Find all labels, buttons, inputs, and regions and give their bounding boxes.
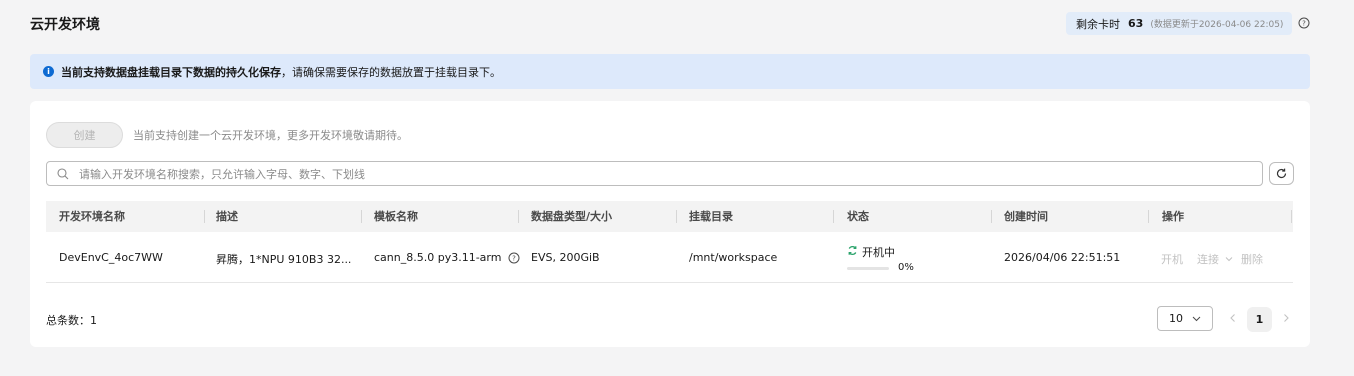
svg-text:?: ? [512, 255, 516, 263]
column-divider [833, 210, 834, 223]
env-status: 开机中 [862, 246, 895, 259]
help-icon[interactable]: ? [508, 252, 520, 264]
column-header: 挂载目录 [689, 210, 733, 223]
connect-label: 连接 [1197, 253, 1219, 266]
refresh-icon [1276, 168, 1287, 179]
total-count: 总条数：1 [46, 312, 97, 328]
svg-text:?: ? [1302, 20, 1306, 28]
chevron-left-icon[interactable] [1228, 313, 1238, 323]
page-size-select[interactable]: 10 [1157, 306, 1213, 331]
page-size-value: 10 [1169, 312, 1183, 325]
column-header: 描述 [216, 210, 238, 223]
refresh-button[interactable] [1269, 162, 1294, 185]
column-header: 创建时间 [1004, 210, 1048, 223]
column-divider [1148, 210, 1149, 223]
notice-bold-text: 当前支持数据盘挂载目录下数据的持久化保存 [61, 65, 281, 79]
create-tip: 当前支持创建一个云开发环境，更多开发环境敬请期待。 [133, 129, 408, 142]
info-icon: i [43, 66, 54, 77]
quota-label: 剩余卡时 [1076, 17, 1120, 31]
quota-badge: 剩余卡时 63 (数据更新于2026-04-06 22:05) [1066, 12, 1292, 35]
help-icon[interactable]: ? [1298, 17, 1310, 29]
column-divider [1291, 210, 1292, 223]
notice-text: ，请确保需要保存的数据放置于挂载目录下。 [281, 65, 501, 79]
connect-dropdown[interactable]: 连接 [1197, 251, 1233, 267]
start-button[interactable]: 开机 [1161, 251, 1183, 267]
column-divider [991, 210, 992, 223]
delete-button[interactable]: 删除 [1241, 251, 1263, 267]
env-name[interactable]: DevEnvC_4oc7WW [59, 251, 163, 264]
env-disk: EVS, 200GiB [531, 251, 600, 264]
column-header: 模板名称 [374, 210, 418, 223]
column-header: 状态 [847, 210, 869, 223]
page-current[interactable]: 1 [1247, 307, 1272, 332]
quota-update-time: (数据更新于2026-04-06 22:05) [1150, 20, 1284, 30]
notice-banner: i 当前支持数据盘挂载目录下数据的持久化保存 ，请确保需要保存的数据放置于挂载目… [30, 54, 1310, 89]
search-icon [57, 167, 69, 179]
total-label: 总条数： [46, 314, 90, 327]
chevron-down-icon [1192, 316, 1201, 322]
column-divider [204, 210, 205, 223]
page-title: 云开发环境 [30, 17, 100, 33]
progress-label: 0% [898, 262, 914, 273]
table-header: 开发环境名称 描述 模板名称 数据盘类型/大小 挂载目录 状态 创建时间 操作 [46, 201, 1293, 232]
column-header: 操作 [1162, 210, 1184, 223]
create-button[interactable]: 创建 [46, 122, 123, 148]
quota-value: 63 [1128, 17, 1144, 30]
env-list-card: 创建 当前支持创建一个云开发环境，更多开发环境敬请期待。 请输入开发环境名称搜索… [30, 101, 1310, 347]
column-divider [361, 210, 362, 223]
column-divider [518, 210, 519, 223]
env-created-time: 2026/04/06 22:51:51 [1004, 251, 1121, 264]
column-header: 开发环境名称 [59, 210, 125, 223]
table-row: DevEnvC_4oc7WW 昇腾，1*NPU 910B3 32... cann… [46, 233, 1293, 283]
search-placeholder: 请输入开发环境名称搜索，只允许输入字母、数字、下划线 [79, 167, 365, 181]
chevron-right-icon[interactable] [1281, 313, 1291, 323]
progress-bar [847, 267, 889, 270]
search-input[interactable]: 请输入开发环境名称搜索，只允许输入字母、数字、下划线 [46, 161, 1263, 186]
chevron-down-icon [1225, 257, 1232, 262]
column-divider [676, 210, 677, 223]
env-description: 昇腾，1*NPU 910B3 32... [216, 253, 352, 266]
loading-icon [848, 245, 857, 256]
env-template: cann_8.5.0 py3.11-arm [374, 251, 502, 264]
env-mount: /mnt/workspace [689, 251, 778, 264]
total-value: 1 [90, 314, 97, 327]
column-header: 数据盘类型/大小 [531, 210, 613, 223]
